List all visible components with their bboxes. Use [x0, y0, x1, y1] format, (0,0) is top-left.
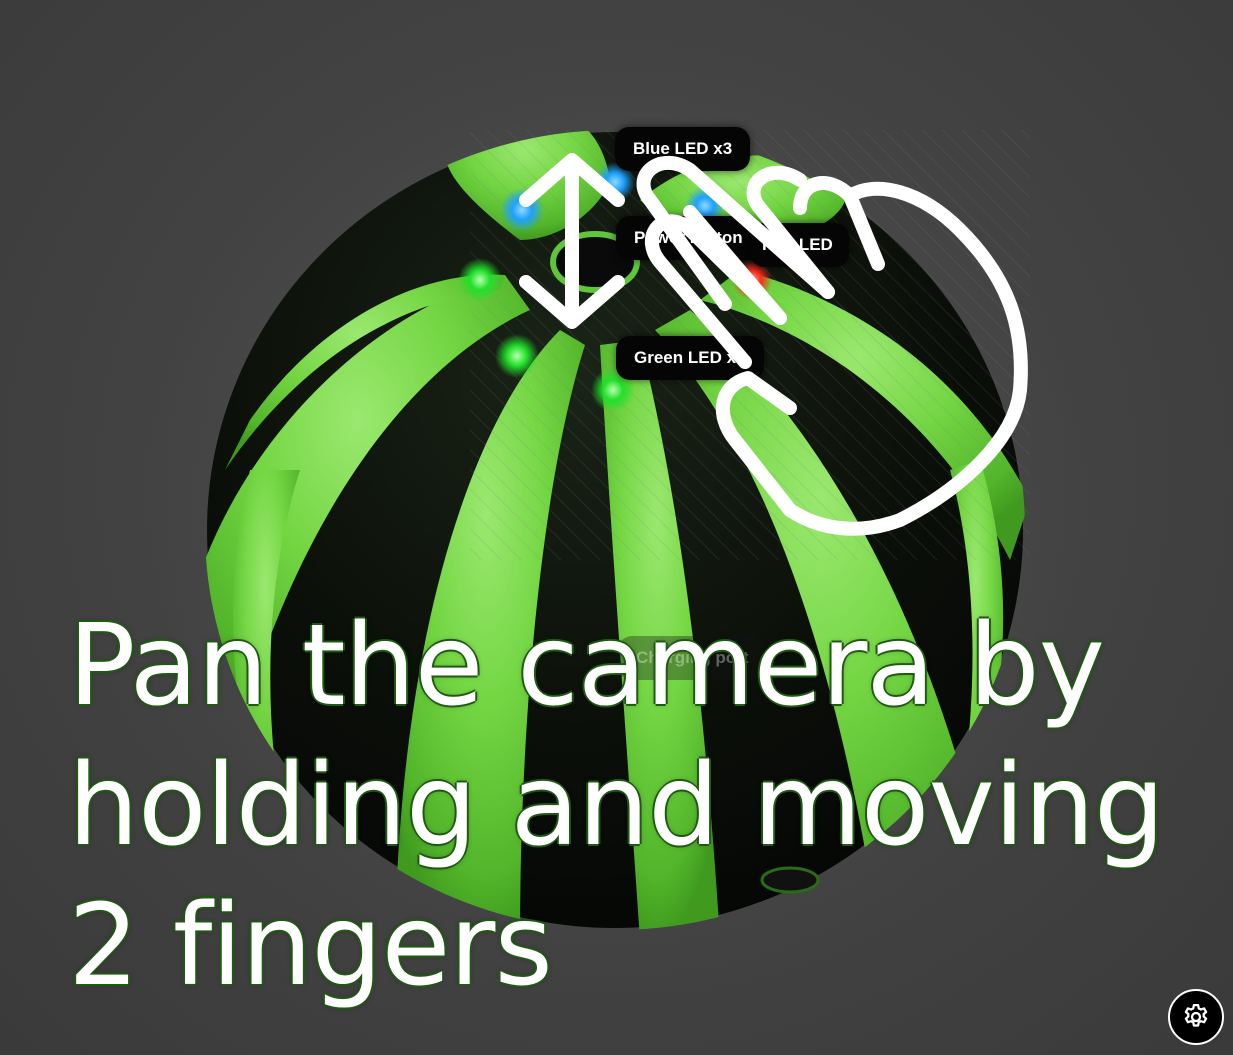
model-viewer[interactable]: Blue LED x3 Power button Red LED Green L… — [0, 0, 1233, 1055]
settings-button[interactable] — [1168, 989, 1224, 1045]
gesture-hint-text: Pan the camera by holding and moving 2 f… — [68, 601, 1165, 1011]
gear-icon — [1184, 1004, 1208, 1027]
two-finger-pan-icon — [519, 153, 1028, 536]
